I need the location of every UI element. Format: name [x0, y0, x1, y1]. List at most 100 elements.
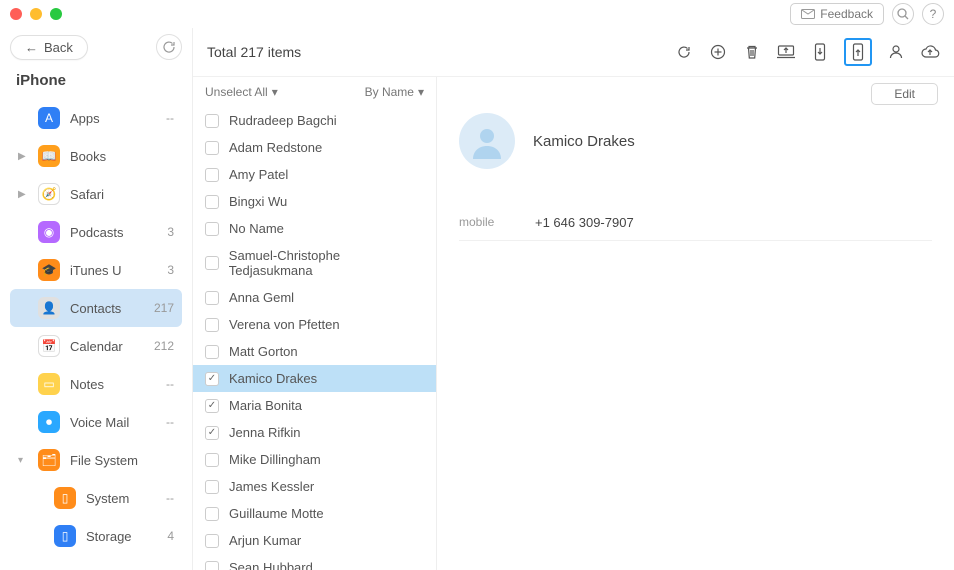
- checkbox[interactable]: [205, 507, 219, 521]
- checkbox[interactable]: [205, 195, 219, 209]
- device-label: iPhone: [10, 68, 182, 99]
- chevron-icon: ▾: [18, 455, 28, 466]
- contact-list-name: No Name: [229, 221, 284, 236]
- checkbox[interactable]: [205, 534, 219, 548]
- app-icon: ⏺: [38, 411, 60, 433]
- to-mac-icon[interactable]: [776, 42, 796, 62]
- sidebar-item-books[interactable]: ▶📖Books: [10, 137, 182, 175]
- checkbox[interactable]: [205, 141, 219, 155]
- to-cloud-icon[interactable]: [920, 42, 940, 62]
- checkbox[interactable]: [205, 426, 219, 440]
- minimize-window-button[interactable]: [30, 8, 42, 20]
- sidebar-item-podcasts[interactable]: ◉Podcasts3: [10, 213, 182, 251]
- checkbox[interactable]: [205, 222, 219, 236]
- contact-list-name: Arjun Kumar: [229, 533, 301, 548]
- delete-icon[interactable]: [742, 42, 762, 62]
- list-item[interactable]: Sean Hubbard: [193, 554, 436, 570]
- contact-name: Kamico Drakes: [533, 133, 635, 150]
- contact-list-name: Maria Bonita: [229, 398, 302, 413]
- list-item[interactable]: Rudradeep Bagchi: [193, 107, 436, 134]
- list-item[interactable]: James Kessler: [193, 473, 436, 500]
- close-window-button[interactable]: [10, 8, 22, 20]
- list-item[interactable]: Kamico Drakes: [193, 365, 436, 392]
- sidebar-subitem-storage[interactable]: ▯Storage4: [26, 517, 182, 555]
- search-button[interactable]: [892, 3, 914, 25]
- list-item[interactable]: No Name: [193, 215, 436, 242]
- sidebar-item-label: Contacts: [70, 301, 144, 316]
- edit-button[interactable]: Edit: [871, 83, 938, 105]
- sort-button[interactable]: By Name ▾: [365, 85, 424, 99]
- app-icon: 📅: [38, 335, 60, 357]
- sidebar-item-calendar[interactable]: 📅 Calendar 212: [10, 327, 182, 365]
- checkbox[interactable]: [205, 399, 219, 413]
- list-item[interactable]: Amy Patel: [193, 161, 436, 188]
- app-icon: ◉: [38, 221, 60, 243]
- add-icon[interactable]: [708, 42, 728, 62]
- sidebar-subitem-system[interactable]: ▯System--: [26, 479, 182, 517]
- maximize-window-button[interactable]: [50, 8, 62, 20]
- sidebar-item-notes[interactable]: ▭Notes--: [10, 365, 182, 403]
- list-item[interactable]: Arjun Kumar: [193, 527, 436, 554]
- sidebar-item-label: Calendar: [70, 339, 144, 354]
- list-item[interactable]: Mike Dillingham: [193, 446, 436, 473]
- sidebar-item-itunes-u[interactable]: 🎓iTunes U3: [10, 251, 182, 289]
- checkbox[interactable]: [205, 168, 219, 182]
- checkbox[interactable]: [205, 372, 219, 386]
- contact-list-panel: Unselect All ▾ By Name ▾ Rudradeep Bagch…: [193, 77, 437, 570]
- titlebar: Feedback ?: [0, 0, 954, 28]
- sidebar-item-safari[interactable]: ▶🧭Safari: [10, 175, 182, 213]
- caret-down-icon: ▾: [272, 85, 278, 99]
- sidebar-item-count: --: [166, 491, 174, 505]
- list-item[interactable]: Jenna Rifkin: [193, 419, 436, 446]
- app-icon: ▯: [54, 487, 76, 509]
- contact-detail-panel: Edit Kamico Drakes mobile +1 646 309-7907: [437, 77, 954, 570]
- checkbox[interactable]: [205, 453, 219, 467]
- to-device-out-icon[interactable]: [844, 38, 872, 66]
- feedback-button[interactable]: Feedback: [790, 3, 884, 25]
- list-item[interactable]: Matt Gorton: [193, 338, 436, 365]
- refresh-icon[interactable]: [674, 42, 694, 62]
- sidebar-item-count: --: [166, 111, 174, 125]
- feedback-label: Feedback: [820, 7, 873, 21]
- window-controls: [10, 8, 62, 20]
- back-button[interactable]: ← Back: [10, 35, 88, 60]
- sidebar-refresh-button[interactable]: [156, 34, 182, 60]
- checkbox[interactable]: [205, 291, 219, 305]
- sidebar-item-contacts[interactable]: 👤Contacts217: [10, 289, 182, 327]
- sidebar-item-file-system[interactable]: ▾🗂File System: [10, 441, 182, 479]
- sidebar: ← Back iPhone AApps--▶📖Books▶🧭Safari◉Pod…: [0, 28, 192, 570]
- field-value: +1 646 309-7907: [535, 215, 634, 230]
- mail-icon: [801, 9, 815, 19]
- checkbox[interactable]: [205, 256, 219, 270]
- list-item[interactable]: Guillaume Motte: [193, 500, 436, 527]
- field-label: mobile: [459, 215, 517, 230]
- checkbox[interactable]: [205, 345, 219, 359]
- contact-list-name: Verena von Pfetten: [229, 317, 340, 332]
- avatar: [459, 113, 515, 169]
- list-item[interactable]: Bingxi Wu: [193, 188, 436, 215]
- checkbox[interactable]: [205, 318, 219, 332]
- list-item[interactable]: Verena von Pfetten: [193, 311, 436, 338]
- sidebar-item-voice-mail[interactable]: ⏺Voice Mail--: [10, 403, 182, 441]
- list-item[interactable]: Anna Geml: [193, 284, 436, 311]
- checkbox[interactable]: [205, 561, 219, 570]
- sidebar-item-apps[interactable]: AApps--: [10, 99, 182, 137]
- unselect-all-button[interactable]: Unselect All ▾: [205, 85, 278, 99]
- sidebar-item-count: 217: [154, 301, 174, 315]
- chevron-icon: ▶: [18, 189, 28, 200]
- list-item[interactable]: Maria Bonita: [193, 392, 436, 419]
- detail-field-row: mobile +1 646 309-7907: [459, 205, 932, 241]
- sidebar-item-label: Books: [70, 149, 164, 164]
- checkbox[interactable]: [205, 480, 219, 494]
- sidebar-item-count: 212: [154, 339, 174, 353]
- merge-contacts-icon[interactable]: [886, 42, 906, 62]
- list-item[interactable]: Samuel-Christophe Tedjasukmana: [193, 242, 436, 284]
- list-item[interactable]: Adam Redstone: [193, 134, 436, 161]
- sidebar-item-label: Voice Mail: [70, 415, 156, 430]
- sidebar-item-count: 3: [167, 225, 174, 239]
- to-device-in-icon[interactable]: [810, 42, 830, 62]
- checkbox[interactable]: [205, 114, 219, 128]
- help-button[interactable]: ?: [922, 3, 944, 25]
- contact-list-name: Sean Hubbard: [229, 560, 313, 570]
- contact-list-name: James Kessler: [229, 479, 314, 494]
